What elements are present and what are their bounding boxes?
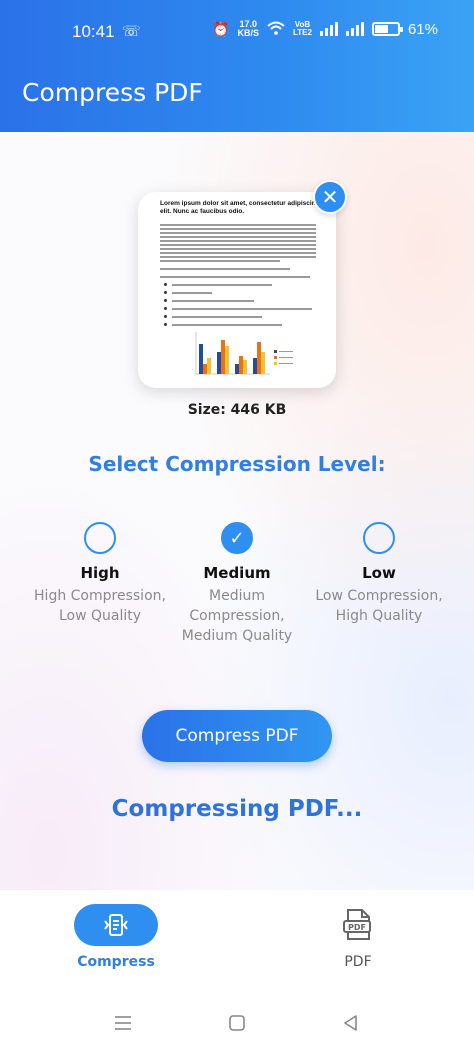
home-button[interactable] <box>222 1008 252 1038</box>
system-nav-bar <box>0 990 474 1053</box>
file-size-label: Size: 446 KB <box>187 402 287 418</box>
status-indicators: ⏰ 17.0 KB/S VoB LTE2 61% <box>212 20 438 38</box>
home-square-icon <box>229 1015 245 1031</box>
status-bar: 10:41 ☏ ⏰ 17.0 KB/S VoB LTE2 61% <box>0 0 474 64</box>
status-time: 10:41 <box>72 22 115 41</box>
option-medium-label: Medium <box>203 564 271 582</box>
remove-file-button[interactable]: ✕ <box>313 180 347 214</box>
alarm-icon: ⏰ <box>212 20 230 37</box>
missed-call-icon: ☏ <box>122 23 141 40</box>
recent-apps-button[interactable] <box>108 1008 138 1038</box>
network-type-bottom: LTE2 <box>293 28 312 37</box>
network-speed: 17.0 KB/S <box>237 20 259 38</box>
check-icon: ✓ <box>229 527 245 549</box>
nav-pdf[interactable]: PDF PDF <box>288 904 428 970</box>
option-low-label: Low <box>362 564 396 582</box>
compressing-status: Compressing PDF... <box>111 796 363 822</box>
pdf-file-icon: PDF <box>343 909 371 940</box>
option-medium-description: Medium Compression, Medium Quality <box>181 588 293 644</box>
option-low-description: Low Compression, High Quality <box>315 588 443 624</box>
doc-chart-thumbnail <box>195 332 293 375</box>
main-content: Lorem ipsum dolor sit amet, consectetur … <box>0 132 474 890</box>
compression-level-title: Select Compression Level: <box>88 452 386 476</box>
network-type: VoB LTE2 <box>293 21 312 37</box>
app-title: Compress PDF <box>22 78 203 107</box>
nav-compress-pill[interactable] <box>74 904 158 946</box>
radio-low[interactable] <box>363 522 395 554</box>
nav-compress-label: Compress <box>77 954 155 970</box>
wifi-icon <box>267 21 285 38</box>
menu-icon <box>115 1016 131 1030</box>
option-low[interactable]: Low Low Compression, High Quality <box>304 522 454 626</box>
battery-icon <box>371 22 403 36</box>
close-icon: ✕ <box>321 185 339 209</box>
signal-icon-2 <box>345 22 364 36</box>
option-high-description: High Compression, Low Quality <box>34 588 166 624</box>
radio-medium[interactable]: ✓ <box>221 522 253 554</box>
option-high-label: High <box>80 564 120 582</box>
battery-percent: 61% <box>407 20 438 38</box>
compress-icon <box>104 914 128 936</box>
signal-icon <box>319 22 338 36</box>
nav-pdf-pill[interactable]: PDF <box>316 904 400 946</box>
pdf-preview-card[interactable]: Lorem ipsum dolor sit amet, consectetur … <box>138 192 336 388</box>
nav-pdf-label: PDF <box>344 954 372 970</box>
battery-fill <box>374 25 389 33</box>
back-button[interactable] <box>336 1008 366 1038</box>
svg-text:PDF: PDF <box>348 923 366 932</box>
doc-heading: Lorem ipsum dolor sit amet, consectetur … <box>160 200 320 215</box>
option-medium[interactable]: ✓ Medium Medium Compression, Medium Qual… <box>162 522 312 646</box>
radio-high[interactable] <box>84 522 116 554</box>
nav-compress[interactable]: Compress <box>46 904 186 970</box>
back-triangle-icon <box>344 1015 357 1031</box>
app-bar: Compress PDF <box>0 64 474 132</box>
bottom-nav: Compress PDF PDF <box>0 890 474 990</box>
option-high[interactable]: High High Compression, Low Quality <box>25 522 175 626</box>
network-speed-unit: KB/S <box>237 28 259 38</box>
compress-pdf-button[interactable]: Compress PDF <box>142 710 332 762</box>
